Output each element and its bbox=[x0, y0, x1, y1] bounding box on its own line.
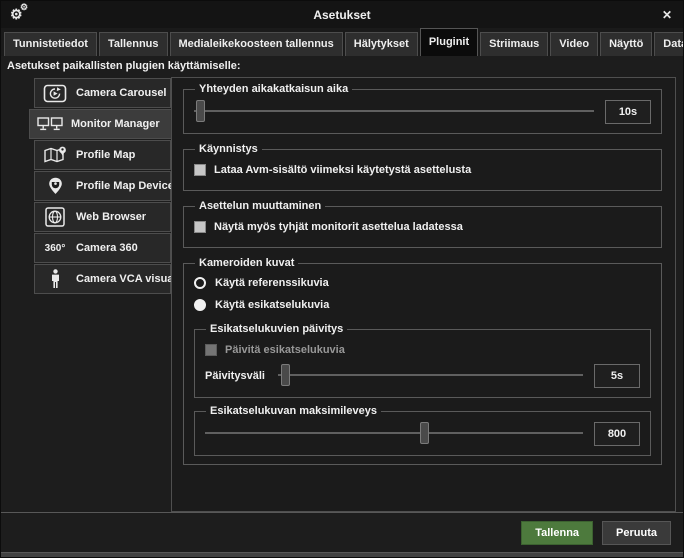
tab-tunnistetiedot[interactable]: Tunnistetiedot bbox=[4, 32, 97, 56]
window-bottom-edge bbox=[1, 552, 683, 557]
connection-timeout-slider[interactable] bbox=[194, 99, 594, 124]
group-title: Asettelun muuttaminen bbox=[195, 200, 325, 212]
monitor-manager-icon bbox=[37, 117, 63, 131]
update-interval-slider[interactable] bbox=[278, 363, 583, 388]
max-width-value: 800 bbox=[594, 422, 640, 446]
tab-video[interactable]: Video bbox=[550, 32, 598, 56]
sidebar-item-web-browser[interactable]: Web Browser bbox=[34, 202, 171, 232]
tab-datavalimuisti[interactable]: Datavälimuisti bbox=[654, 32, 684, 56]
group-title: Yhteyden aikakatkaisun aika bbox=[195, 83, 352, 95]
camera-360-icon: 360° bbox=[42, 243, 68, 254]
profile-map-icon bbox=[42, 146, 68, 164]
save-button[interactable]: Tallenna bbox=[521, 521, 593, 545]
plugins-subheader: Asetukset paikallisten plugien käyttämis… bbox=[1, 56, 683, 77]
sidebar-item-label: Web Browser bbox=[76, 211, 146, 223]
group-preview-update: Esikatselukuvien päivitys Päivitä esikat… bbox=[194, 323, 651, 398]
sidebar-item-label: Camera 360 bbox=[76, 242, 138, 254]
footer-bar: Tallenna Peruuta bbox=[1, 512, 683, 552]
sidebar-item-label: Profile Map Devices bbox=[76, 180, 180, 192]
profile-map-devices-icon bbox=[42, 177, 68, 195]
sidebar-item-camera-vca-visualization[interactable]: Camera VCA visualization bbox=[34, 264, 171, 294]
update-interval-value: 5s bbox=[594, 364, 640, 388]
slider-track bbox=[194, 110, 594, 112]
max-width-slider[interactable] bbox=[205, 421, 583, 446]
group-title: Käynnistys bbox=[195, 143, 262, 155]
checkbox-label: Päivitä esikatselukuvia bbox=[225, 344, 345, 356]
sidebar-item-profile-map-devices[interactable]: Profile Map Devices bbox=[34, 171, 171, 201]
sidebar-item-monitor-manager[interactable]: Monitor Manager bbox=[29, 109, 172, 139]
update-preview-images-checkbox bbox=[205, 344, 217, 356]
group-title: Esikatselukuvien päivitys bbox=[206, 323, 347, 335]
sidebar-item-camera-360[interactable]: 360° Camera 360 bbox=[34, 233, 171, 263]
connection-timeout-value: 10s bbox=[605, 100, 651, 124]
group-startup: Käynnistys Lataa Avm-sisältö viimeksi kä… bbox=[183, 143, 662, 191]
group-title: Esikatselukuvan maksimileveys bbox=[206, 405, 381, 417]
sidebar-item-profile-map[interactable]: Profile Map bbox=[34, 140, 171, 170]
settings-window: ⚙ ⚙ Asetukset ✕ Tunnistetiedot Tallennus… bbox=[0, 0, 684, 558]
radio-label: Käytä esikatselukuvia bbox=[215, 299, 329, 311]
tab-bar: Tunnistetiedot Tallennus Medialeikekoost… bbox=[1, 28, 683, 56]
slider-thumb[interactable] bbox=[196, 100, 205, 122]
web-browser-icon bbox=[42, 207, 68, 227]
tab-medialeikekoosteen-tallennus[interactable]: Medialeikekoosteen tallennus bbox=[170, 32, 343, 56]
slider-thumb[interactable] bbox=[420, 422, 429, 444]
plugin-sidebar: Camera Carousel Monitor Manager bbox=[1, 77, 171, 512]
use-preview-images-radio[interactable] bbox=[194, 299, 206, 311]
use-reference-images-radio[interactable] bbox=[194, 277, 206, 289]
group-connection-timeout: Yhteyden aikakatkaisun aika 10s bbox=[183, 83, 662, 134]
group-title: Kameroiden kuvat bbox=[195, 257, 298, 269]
group-camera-images: Kameroiden kuvat Käytä referenssikuvia K… bbox=[183, 257, 662, 465]
settings-panel: Yhteyden aikakatkaisun aika 10s Käynnist… bbox=[171, 77, 676, 512]
sidebar-item-camera-carousel[interactable]: Camera Carousel bbox=[34, 78, 171, 108]
person-icon bbox=[42, 269, 68, 289]
close-icon[interactable]: ✕ bbox=[660, 8, 674, 22]
checkbox-label: Näytä myös tyhjät monitorit asettelua la… bbox=[214, 221, 463, 233]
tab-pluginit[interactable]: Pluginit bbox=[420, 28, 478, 56]
tab-tallennus[interactable]: Tallennus bbox=[99, 32, 168, 56]
radio-label: Käytä referenssikuvia bbox=[215, 277, 329, 289]
title-bar: ⚙ ⚙ Asetukset ✕ bbox=[1, 1, 683, 28]
slider-track bbox=[278, 374, 583, 376]
load-avm-content-checkbox[interactable] bbox=[194, 164, 206, 176]
show-empty-monitors-checkbox[interactable] bbox=[194, 221, 206, 233]
slider-thumb[interactable] bbox=[281, 364, 290, 386]
checkbox-label: Lataa Avm-sisältö viimeksi käytetystä as… bbox=[214, 164, 471, 176]
sidebar-item-label: Monitor Manager bbox=[71, 118, 160, 130]
tab-naytto[interactable]: Näyttö bbox=[600, 32, 652, 56]
camera-carousel-icon bbox=[42, 84, 68, 103]
slider-track bbox=[205, 432, 583, 434]
group-layout-change: Asettelun muuttaminen Näytä myös tyhjät … bbox=[183, 200, 662, 248]
tab-striimaus[interactable]: Striimaus bbox=[480, 32, 548, 56]
sidebar-item-label: Profile Map bbox=[76, 149, 135, 161]
cancel-button[interactable]: Peruuta bbox=[602, 521, 671, 545]
dialog-body: Camera Carousel Monitor Manager bbox=[1, 77, 683, 512]
sidebar-item-label: Camera Carousel bbox=[76, 87, 167, 99]
window-title: Asetukset bbox=[1, 8, 683, 22]
update-interval-label: Päivitysväli bbox=[205, 370, 265, 382]
group-preview-max-width: Esikatselukuvan maksimileveys 800 bbox=[194, 405, 651, 456]
tab-halytykset[interactable]: Hälytykset bbox=[345, 32, 418, 56]
